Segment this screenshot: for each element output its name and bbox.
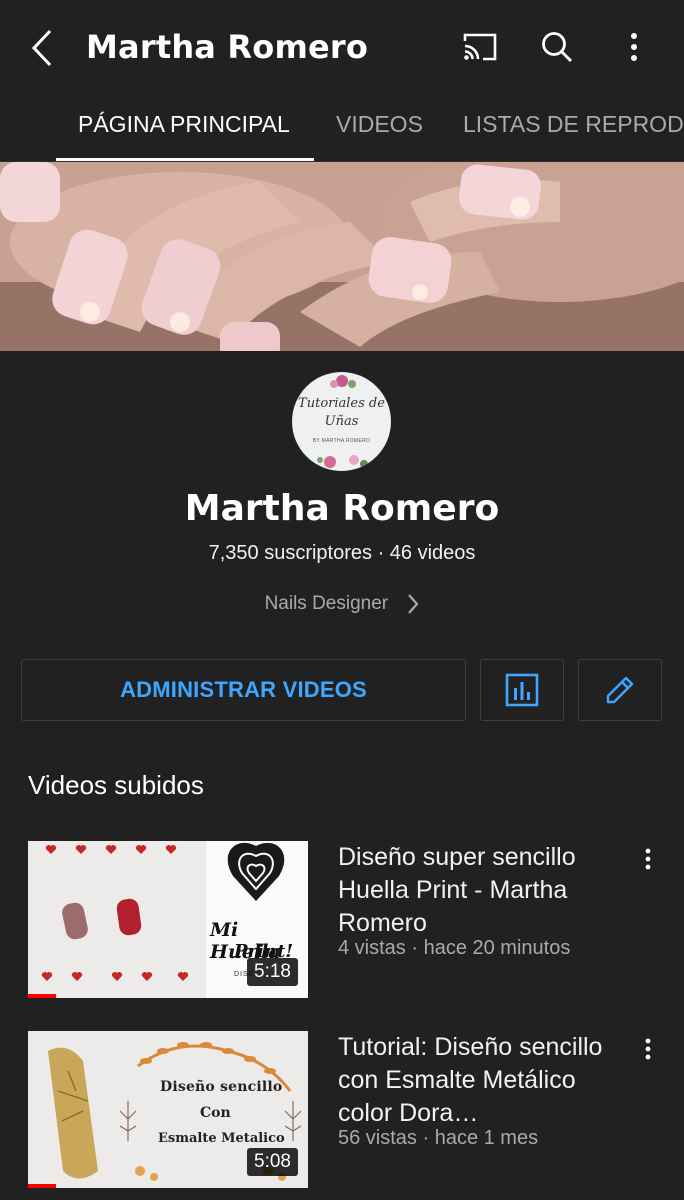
search-icon [542,32,572,62]
avatar-text-line2: Uñas [324,414,359,429]
analytics-icon [505,673,539,707]
avatar-text-line1: Tutoriales de [298,396,385,411]
video-item[interactable]: Diseño sencillo Con Esmalte Metalico 5:0… [0,1031,684,1191]
more-vert-icon [645,1038,651,1060]
more-vert-icon [631,33,637,61]
video-meta: 4 vistas · hace 20 minutos [338,937,571,959]
more-vert-icon [645,848,651,870]
channel-tabs: PÁGINA PRINCIPAL VIDEOS LISTAS DE REPROD… [0,95,684,162]
video-duration: 5:08 [247,1148,298,1176]
cast-icon [463,33,497,61]
video-more-button[interactable] [634,1035,662,1063]
channel-name: Martha Romero [184,488,500,529]
thumbnail-text-3: Esmalte Metalico [158,1131,285,1146]
video-meta: 56 vistas · hace 1 mes [338,1127,539,1149]
tab-home[interactable]: PÁGINA PRINCIPAL [78,111,290,138]
edit-icon [606,676,634,704]
more-options-button[interactable] [611,24,657,70]
video-title[interactable]: Tutorial: Diseño sencillo con Esmalte Me… [338,1031,618,1130]
video-item[interactable]: Mi Huella Print! DISE... 5:18 Diseño sup… [0,841,684,1001]
channel-avatar[interactable]: Tutoriales de Uñas BY MARTHA ROMERO [292,372,391,471]
video-thumbnail[interactable]: Diseño sencillo Con Esmalte Metalico 5:0… [28,1031,308,1188]
channel-stats: 7,350 suscriptores · 46 videos [208,542,476,564]
back-icon [31,29,52,67]
thumbnail-text-1: Diseño sencillo [160,1079,283,1095]
app-bar: Martha Romero [0,0,684,95]
chevron-right-icon [408,594,419,614]
video-duration: 5:18 [247,958,298,986]
tab-videos[interactable]: VIDEOS [336,111,423,138]
search-button[interactable] [534,24,580,70]
video-more-button[interactable] [634,845,662,873]
section-title: Videos subidos [28,770,204,800]
analytics-button[interactable] [480,659,564,721]
video-thumbnail[interactable]: Mi Huella Print! DISE... 5:18 [28,841,308,998]
back-button[interactable] [22,26,62,70]
channel-link[interactable]: Nails Designer [0,593,684,623]
video-title[interactable]: Diseño super sencillo Huella Print - Mar… [338,841,618,940]
tab-playlists[interactable]: LISTAS DE REPRODU [463,111,684,138]
channel-link-label: Nails Designer [264,593,389,615]
banner-image [0,162,684,351]
manage-videos-button[interactable]: ADMINISTRAR VIDEOS [21,659,466,721]
watch-progress-bar [28,994,56,998]
thumbnail-text-2: Con [200,1105,231,1121]
avatar-text-line3: BY MARTHA ROMERO [312,438,371,444]
page-title: Martha Romero [86,28,369,66]
cast-button[interactable] [457,24,503,70]
watch-progress-bar [28,1184,56,1188]
edit-channel-button[interactable] [578,659,662,721]
channel-banner [0,162,684,351]
